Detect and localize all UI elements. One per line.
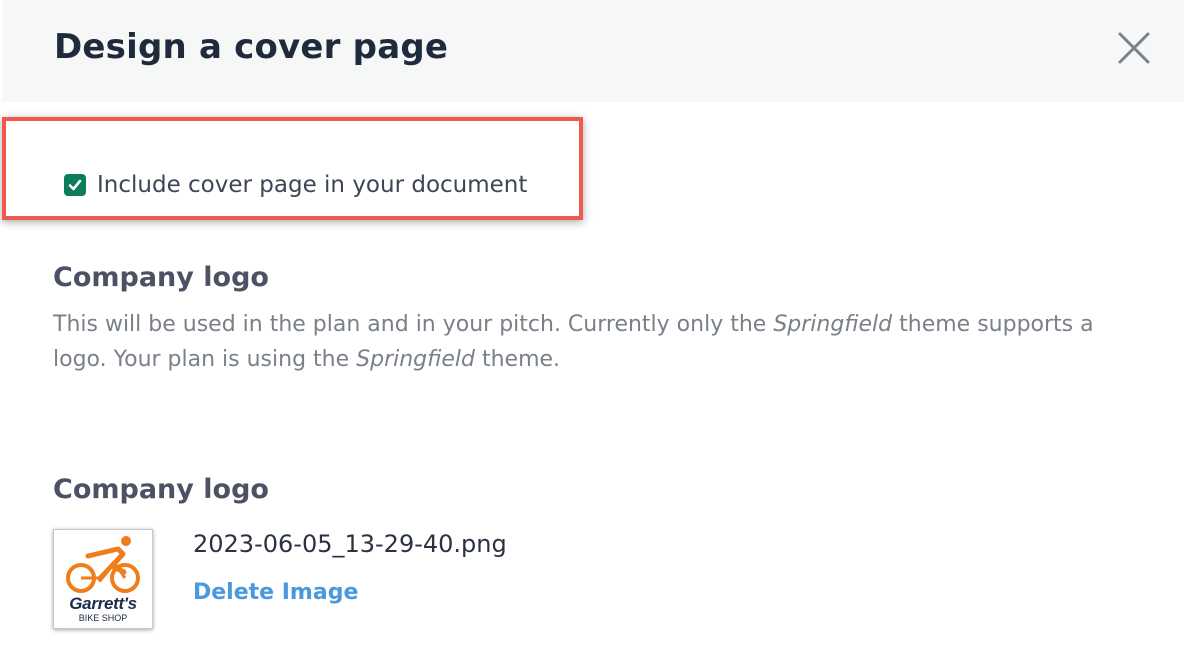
theme-name: Springfield bbox=[356, 347, 475, 372]
logo-thumbnail: Garrett's BIKE SHOP bbox=[53, 529, 153, 629]
dialog-header: Design a cover page bbox=[2, 0, 1184, 102]
checkmark-icon bbox=[68, 179, 82, 191]
close-button[interactable] bbox=[1114, 28, 1154, 68]
logo-brand-sub: BIKE SHOP bbox=[78, 613, 128, 623]
logo-info-heading: Company logo bbox=[53, 262, 269, 293]
description-text: theme. bbox=[474, 347, 561, 372]
logo-upload-heading: Company logo bbox=[53, 474, 269, 505]
delete-image-link[interactable]: Delete Image bbox=[193, 580, 358, 605]
include-cover-page-checkbox[interactable] bbox=[64, 174, 86, 196]
include-cover-page-option[interactable]: Include cover page in your document bbox=[64, 170, 527, 200]
include-cover-page-label: Include cover page in your document bbox=[97, 172, 528, 198]
cover-page-dialog: Design a cover page Include cover page i… bbox=[0, 0, 1184, 672]
theme-name: Springfield bbox=[773, 312, 893, 337]
logo-info-description: This will be used in the plan and in you… bbox=[53, 307, 1113, 377]
logo-brand-name: Garrett's bbox=[69, 594, 137, 613]
close-icon bbox=[1118, 32, 1150, 64]
highlight-annotation bbox=[2, 117, 583, 220]
uploaded-file-name: 2023-06-05_13-29-40.png bbox=[193, 530, 507, 558]
dialog-title: Design a cover page bbox=[54, 27, 449, 67]
description-text: This will be used in the plan and in you… bbox=[53, 312, 774, 337]
